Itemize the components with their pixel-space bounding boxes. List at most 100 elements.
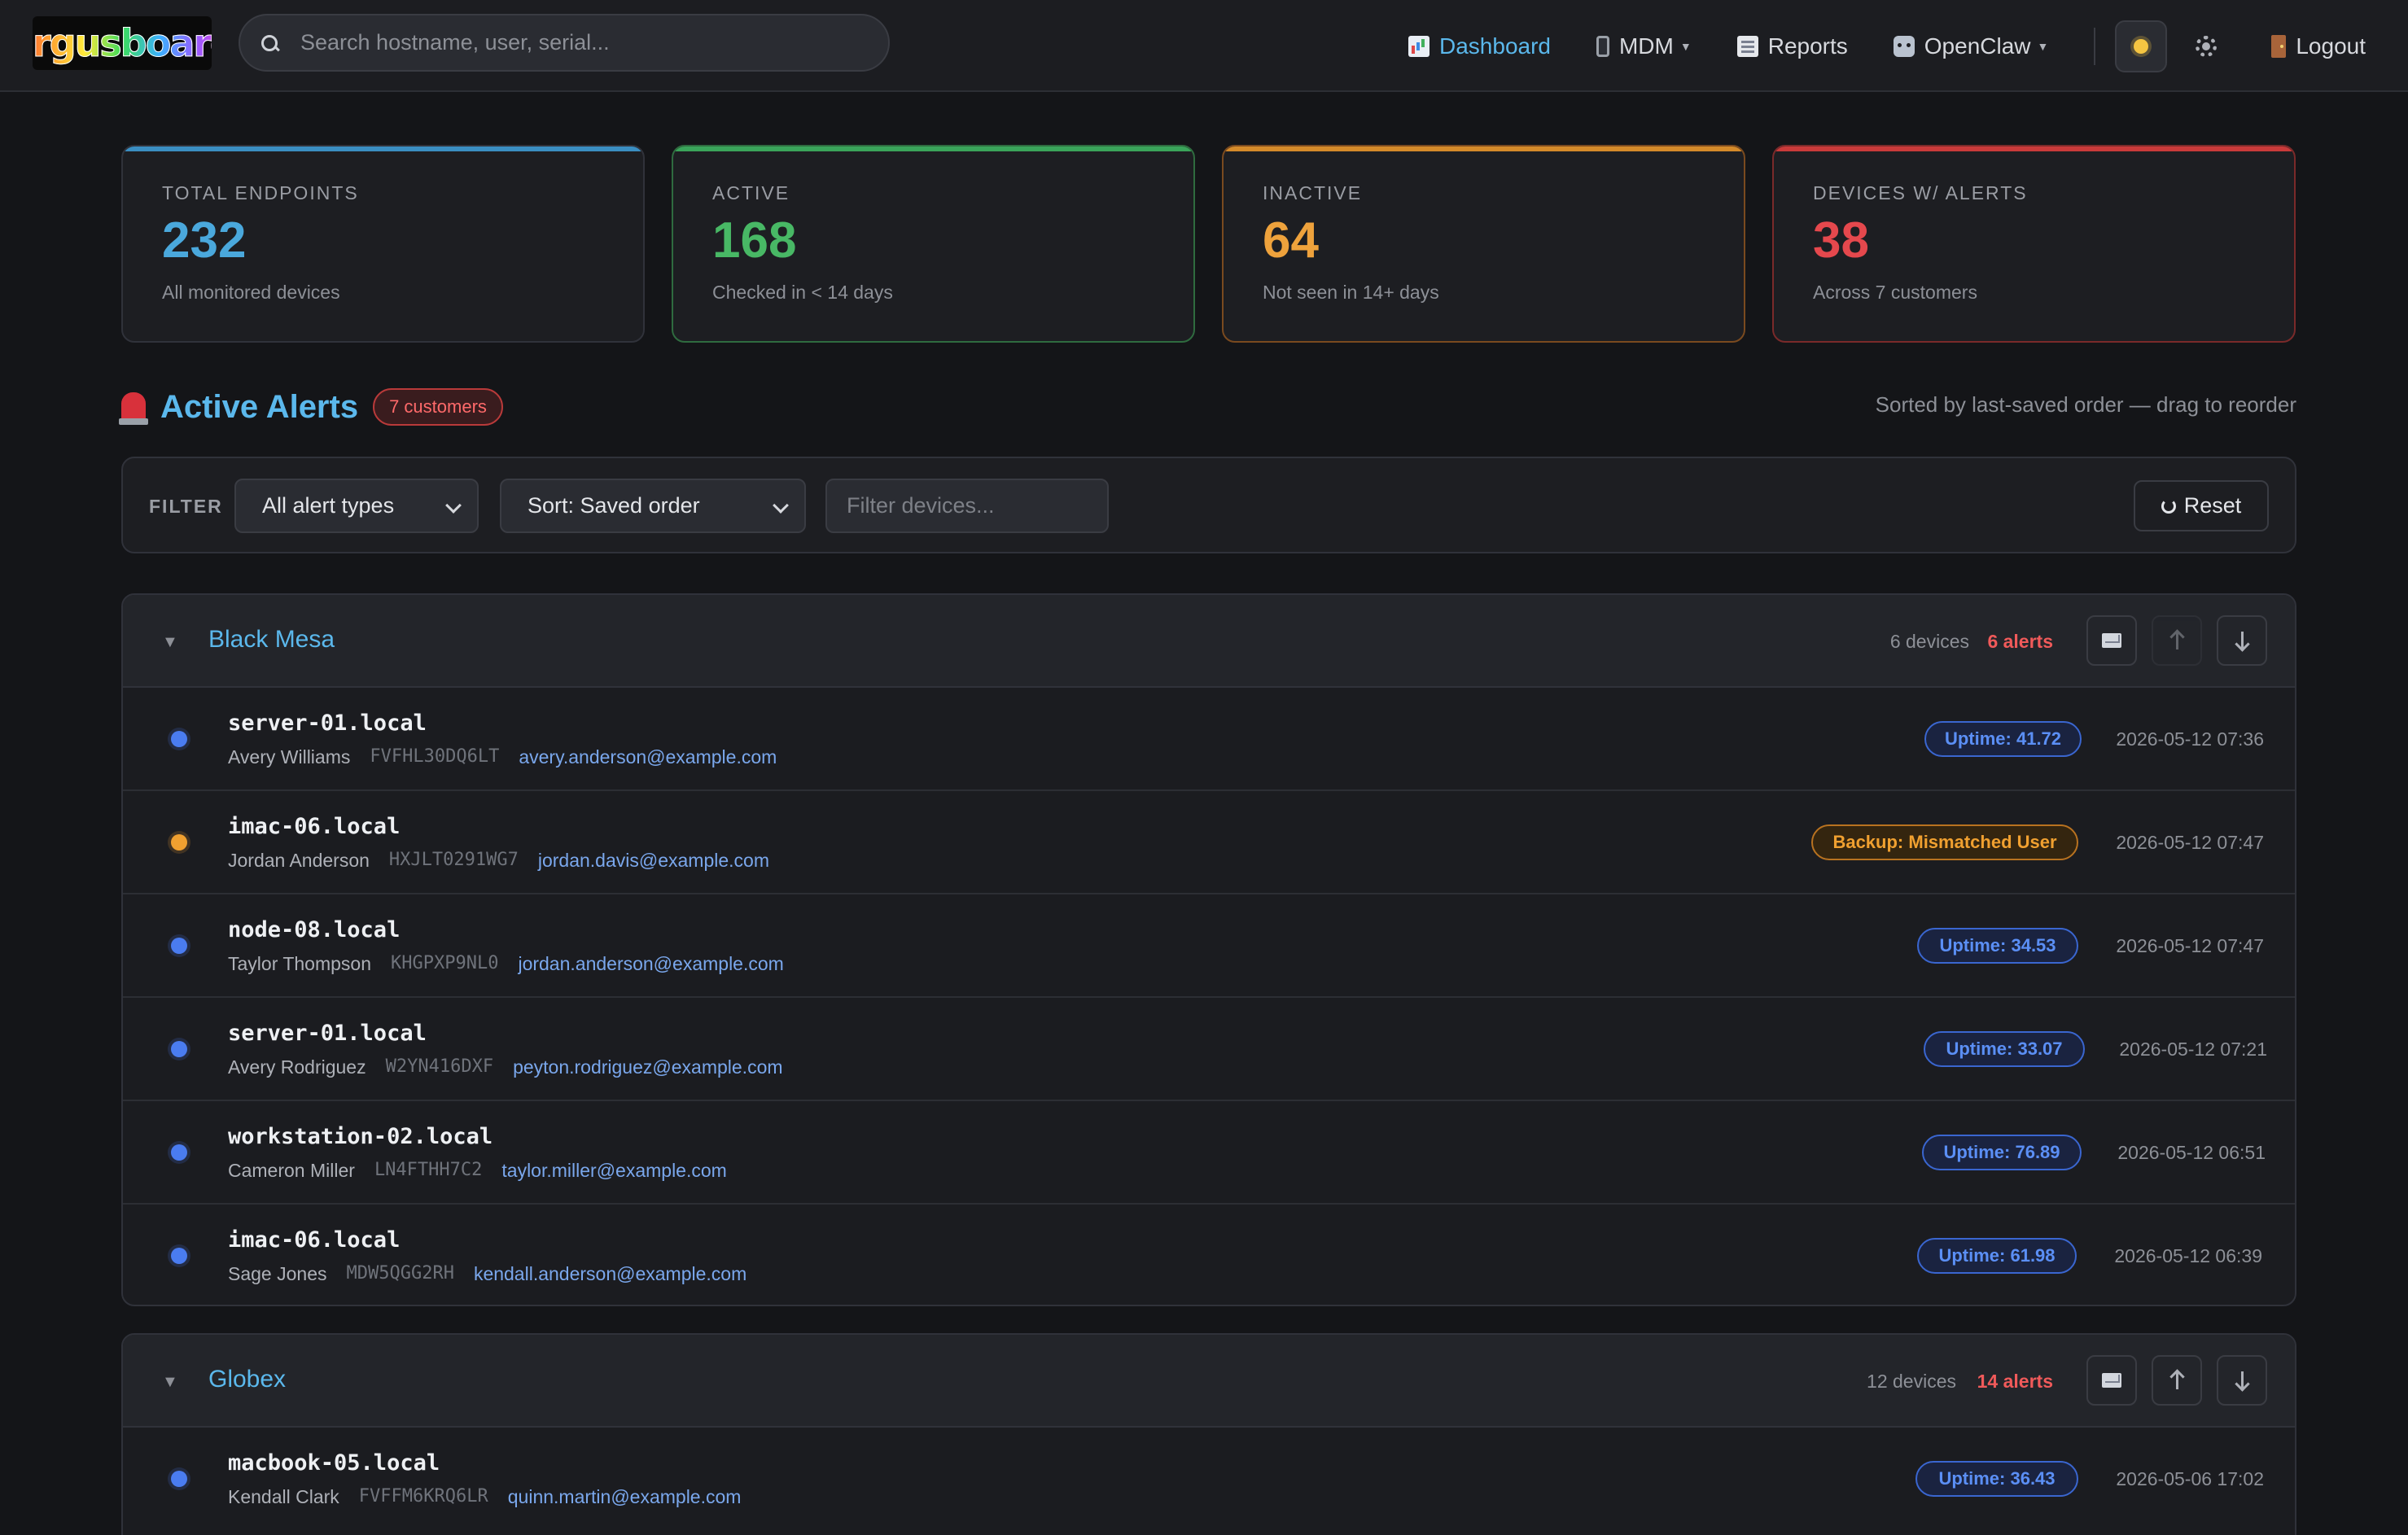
arrow-down-icon	[2240, 632, 2244, 649]
chevron-down-icon	[445, 497, 462, 514]
nav-dashboard-label: Dashboard	[1439, 33, 1551, 59]
device-meta: Taylor Thompson KHGPXP9NL0 jordan.anders…	[228, 953, 784, 975]
nav-divider	[2094, 27, 2096, 65]
device-meta: Jordan Anderson HXJLT0291WG7 jordan.davi…	[228, 850, 769, 872]
mail-icon	[2102, 1373, 2121, 1388]
customers-badge: 7 customers	[373, 388, 503, 426]
stat-value: 232	[162, 212, 247, 269]
device-meta: Avery Williams FVFHL30DQ6LT avery.anders…	[228, 746, 777, 768]
theme-toggle-button[interactable]	[2115, 20, 2168, 72]
serial-number: KHGPXP9NL0	[391, 953, 499, 973]
email-link[interactable]: avery.anderson@example.com	[519, 746, 777, 768]
nav-openclaw[interactable]: OpenClaw ▼	[1893, 33, 2049, 59]
status-dot	[171, 1248, 187, 1264]
reset-button[interactable]: Reset	[2134, 480, 2269, 531]
alert-pill: Uptime: 36.43	[1915, 1461, 2078, 1497]
alerts-header: Active Alerts 7 customers	[119, 383, 503, 431]
device-row[interactable]: imac-06.local Sage Jones MDW5QGG2RH kend…	[123, 1205, 2295, 1305]
logout-button[interactable]: Logout	[2271, 33, 2366, 59]
mail-icon	[2102, 633, 2121, 648]
timestamp: 2026-05-12 07:47	[2116, 935, 2264, 956]
hostname: workstation-02.local	[228, 1124, 493, 1149]
email-link[interactable]: peyton.rodriguez@example.com	[513, 1056, 782, 1078]
serial-number: W2YN416DXF	[385, 1056, 494, 1077]
arrow-up-icon	[2175, 632, 2178, 649]
device-row[interactable]: workstation-02.local Cameron Miller LN4F…	[123, 1101, 2295, 1205]
stat-subtext: Not seen in 14+ days	[1263, 282, 1439, 304]
sun-icon	[2134, 38, 2149, 54]
alert-pill: Uptime: 41.72	[1924, 721, 2082, 757]
device-row[interactable]: server-01.local Avery Williams FVFHL30DQ…	[123, 688, 2295, 791]
device-row[interactable]: imac-06.local Jordan Anderson HXJLT0291W…	[123, 791, 2295, 894]
alert-pill: Uptime: 33.07	[1924, 1031, 2085, 1067]
logout-label: Logout	[2296, 33, 2366, 59]
nav-mdm[interactable]: MDM ▼	[1596, 33, 1692, 59]
device-filter-input[interactable]	[825, 479, 1109, 533]
stat-value: 64	[1263, 212, 1319, 269]
status-dot	[171, 1144, 187, 1161]
serial-number: HXJLT0291WG7	[388, 850, 519, 870]
status-dot	[171, 731, 187, 747]
email-link[interactable]: quinn.martin@example.com	[508, 1486, 742, 1508]
group-header[interactable]: ▼ Black Mesa 6 devices 6 alerts	[123, 595, 2295, 688]
device-count: 12 devices	[1867, 1371, 1956, 1392]
device-count: 6 devices	[1889, 631, 1969, 652]
device-meta: Kendall Clark FVFFM6KRQ6LR quinn.martin@…	[228, 1486, 741, 1508]
stat-value: 168	[712, 212, 797, 269]
email-link[interactable]: kendall.anderson@example.com	[474, 1263, 746, 1285]
filter-label: FILTER	[149, 496, 223, 517]
user-name: Taylor Thompson	[228, 953, 371, 974]
device-row[interactable]: node-08.local Taylor Thompson KHGPXP9NL0…	[123, 894, 2295, 998]
email-link[interactable]: taylor.miller@example.com	[501, 1160, 726, 1182]
move-down-button[interactable]	[2217, 615, 2267, 666]
timestamp: 2026-05-06 17:02	[2116, 1468, 2264, 1489]
timestamp: 2026-05-12 06:51	[2117, 1142, 2266, 1163]
user-name: Kendall Clark	[228, 1486, 339, 1507]
alert-pill: Uptime: 76.89	[1922, 1135, 2082, 1170]
nav-reports-label: Reports	[1767, 33, 1848, 59]
chevron-down-icon: ▼	[2037, 39, 2049, 53]
arrow-up-icon	[2175, 1371, 2178, 1389]
move-up-button[interactable]	[2152, 615, 2202, 666]
move-up-button[interactable]	[2152, 1355, 2202, 1406]
device-row[interactable]: server-01.local Avery Rodriguez W2YN416D…	[123, 998, 2295, 1101]
nav-reports[interactable]: Reports	[1736, 33, 1848, 59]
email-group-button[interactable]	[2086, 615, 2137, 666]
search-input[interactable]	[300, 30, 870, 55]
user-name: Jordan Anderson	[228, 850, 370, 871]
email-link[interactable]: jordan.anderson@example.com	[518, 953, 783, 975]
siren-icon	[119, 392, 148, 425]
sort-select[interactable]: Sort: Saved order	[500, 479, 806, 533]
alert-type-select[interactable]: All alert types	[234, 479, 479, 533]
email-group-button[interactable]	[2086, 1355, 2137, 1406]
alert-count: 14 alerts	[1977, 1371, 2053, 1392]
move-down-button[interactable]	[2217, 1355, 2267, 1406]
report-icon	[1736, 35, 1758, 57]
chevron-down-icon: ▼	[1679, 39, 1692, 53]
status-dot	[171, 1471, 187, 1487]
timestamp: 2026-05-12 07:47	[2116, 832, 2264, 853]
serial-number: MDW5QGG2RH	[346, 1263, 454, 1284]
collapse-toggle-icon[interactable]: ▼	[162, 633, 178, 652]
email-link[interactable]: jordan.davis@example.com	[538, 850, 769, 872]
collapse-toggle-icon[interactable]: ▼	[162, 1373, 178, 1392]
device-row[interactable]: macbook-05.local Kendall Clark FVFFM6KRQ…	[123, 1428, 2295, 1531]
hostname: node-08.local	[228, 917, 401, 942]
alert-pill: Backup: Mismatched User	[1811, 824, 2078, 860]
device-meta: Avery Rodriguez W2YN416DXF peyton.rodrig…	[228, 1056, 783, 1078]
device-meta: Cameron Miller LN4FTHH7C2 taylor.miller@…	[228, 1160, 727, 1182]
timestamp: 2026-05-12 07:21	[2119, 1039, 2267, 1060]
group-header[interactable]: ▼ Globex 12 devices 14 alerts	[123, 1335, 2295, 1428]
stat-card-alerts: DEVICES W/ ALERTS 38 Across 7 customers	[1772, 145, 2296, 343]
stat-label: ACTIVE	[712, 182, 790, 203]
stat-card-total: TOTAL ENDPOINTS 232 All monitored device…	[121, 145, 645, 343]
stat-subtext: Across 7 customers	[1813, 282, 1977, 304]
nav-dashboard[interactable]: Dashboard	[1408, 33, 1551, 59]
stat-label: INACTIVE	[1263, 182, 1363, 203]
search-bar[interactable]	[239, 14, 890, 72]
serial-number: FVFHL30DQ6LT	[370, 746, 500, 767]
logo-text: argusboard	[33, 21, 212, 66]
settings-button[interactable]	[2190, 30, 2222, 63]
section-title: Active Alerts	[160, 388, 359, 425]
app-logo[interactable]: argusboard	[33, 16, 212, 70]
